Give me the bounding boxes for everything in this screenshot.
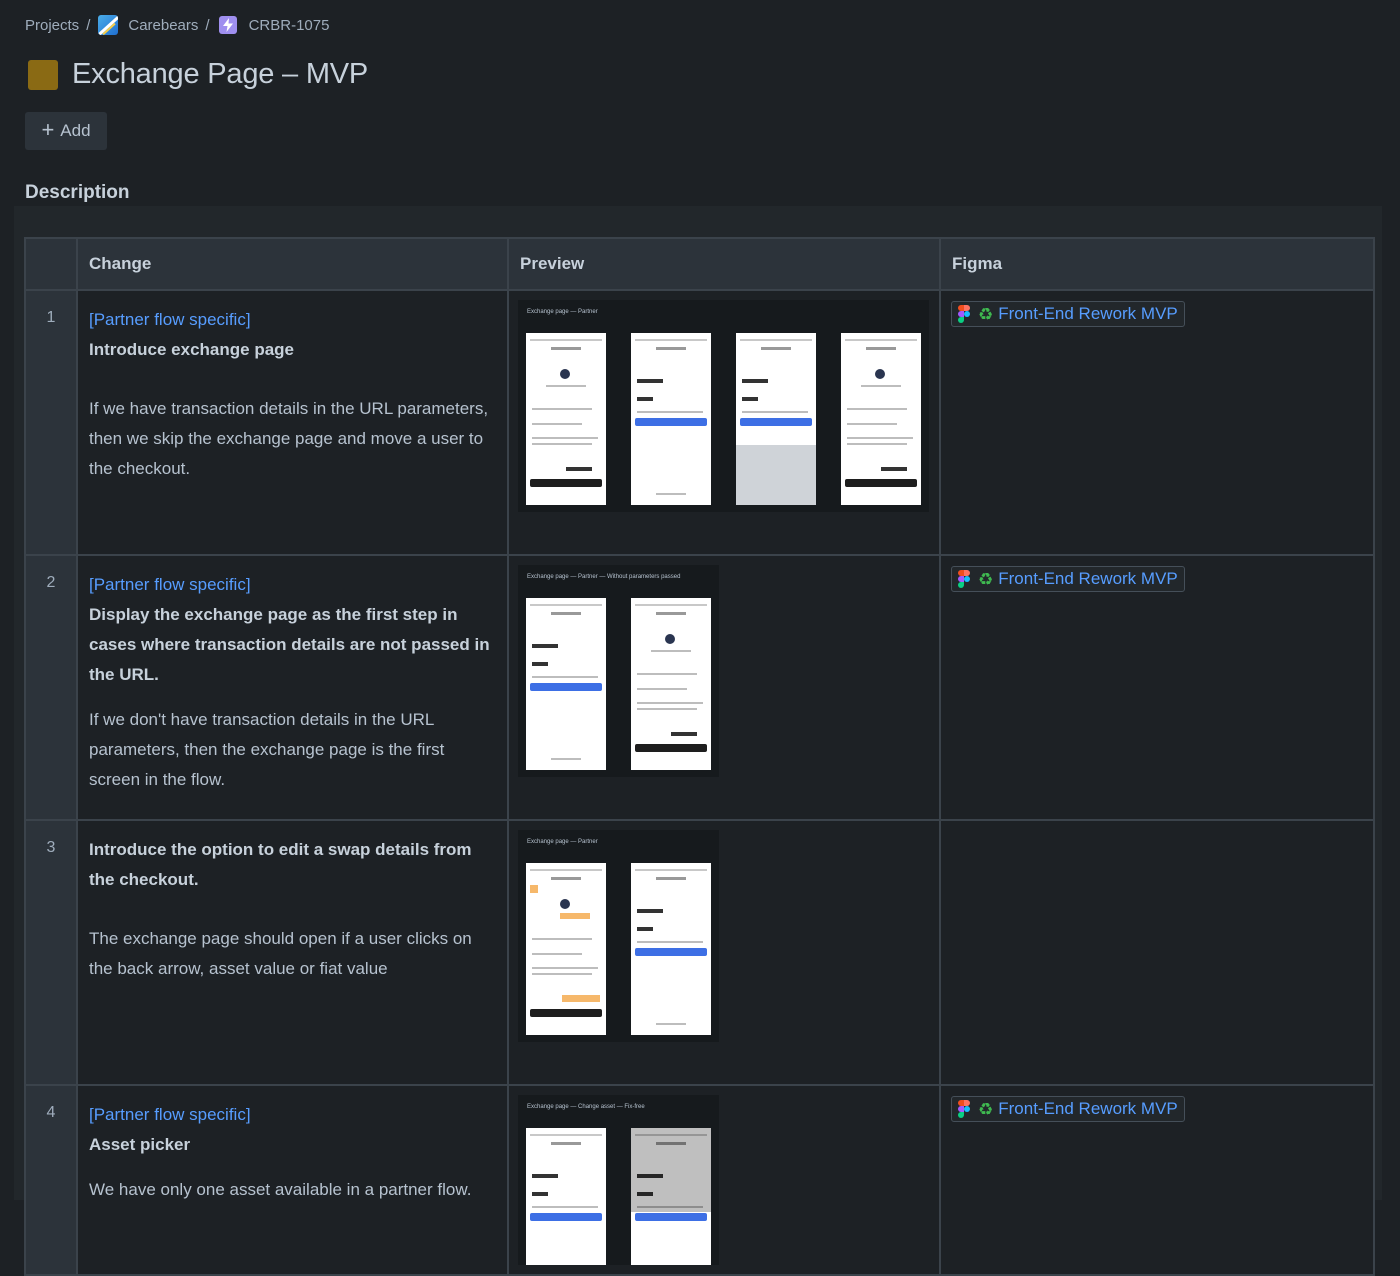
preview-phones [526, 1128, 719, 1265]
recycle-icon: ♻ [978, 569, 994, 589]
preview-caption: Exchange page — Change asset — Fix-free [527, 1104, 645, 1110]
phone-mockup [526, 863, 606, 1035]
preview-caption: Exchange page — Partner [527, 839, 598, 845]
preview-cell: Exchange page — Change asset — Fix-free [507, 1084, 941, 1276]
phone-mockup [526, 1128, 606, 1265]
preview-cell: Exchange page — Partner — Without parame… [507, 554, 941, 821]
preview-image[interactable]: Exchange page — Partner — Without parame… [518, 565, 719, 777]
change-heading: Asset picker [89, 1135, 191, 1154]
header-preview: Preview [507, 237, 941, 291]
preview-image[interactable]: Exchange page — Change asset — Fix-free [518, 1095, 719, 1265]
change-heading: Introduce exchange page [89, 340, 294, 359]
figma-link[interactable]: ♻ Front-End Rework MVP [951, 301, 1185, 327]
preview-phones [526, 598, 736, 770]
figma-link-label: Front-End Rework MVP [998, 1099, 1178, 1118]
breadcrumb-issue-key: CRBR-1075 [248, 16, 330, 34]
preview-cell: Exchange page — Partner [507, 819, 941, 1086]
breadcrumb-separator: / [86, 16, 91, 34]
header-figma: Figma [939, 237, 1375, 291]
issue-type-icon [28, 59, 58, 90]
breadcrumb-projects[interactable]: Projects [25, 17, 79, 34]
page-title[interactable]: Exchange Page – MVP [72, 58, 368, 91]
partner-flow-tag[interactable]: [Partner flow specific] [89, 1100, 493, 1130]
change-body: We have only one asset available in a pa… [89, 1180, 472, 1199]
figma-icon [958, 305, 970, 323]
description-table: Change Preview Figma 1 [Partner flow spe… [24, 237, 1375, 1276]
partner-flow-tag[interactable]: [Partner flow specific] [89, 305, 493, 335]
change-cell: [Partner flow specific] Asset picker We … [76, 1084, 509, 1276]
change-heading: Introduce the option to edit a swap deta… [89, 840, 472, 889]
table-row: 4 [Partner flow specific] Asset picker W… [24, 1084, 1375, 1276]
figma-link-label: Front-End Rework MVP [998, 569, 1178, 588]
change-body: If we have transaction details in the UR… [89, 399, 489, 478]
preview-caption: Exchange page — Partner [527, 309, 598, 315]
phone-mockup [841, 333, 921, 505]
phone-mockup [631, 863, 711, 1035]
breadcrumb-project[interactable]: Carebears [98, 15, 198, 35]
description-heading: Description [25, 182, 130, 203]
change-body: If we don't have transaction details in … [89, 710, 445, 789]
partner-flow-tag[interactable]: [Partner flow specific] [89, 570, 493, 600]
phone-mockup [736, 333, 816, 505]
figma-link-label: Front-End Rework MVP [998, 304, 1178, 323]
figma-link[interactable]: ♻ Front-End Rework MVP [951, 1096, 1185, 1122]
breadcrumb: Projects / Carebears / CRBR-1075 [25, 14, 329, 36]
breadcrumb-separator: / [205, 16, 210, 34]
add-button-label: Add [60, 121, 91, 140]
epic-icon [218, 16, 237, 34]
recycle-icon: ♻ [978, 1099, 994, 1119]
table-row: 3 Introduce the option to edit a swap de… [24, 819, 1375, 1086]
phone-mockup [526, 598, 606, 770]
phone-mockup [631, 333, 711, 505]
figma-link[interactable]: ♻ Front-End Rework MVP [951, 566, 1185, 592]
add-button[interactable]: + Add [25, 112, 107, 150]
figma-cell: ♻ Front-End Rework MVP [939, 1084, 1375, 1276]
preview-image[interactable]: Exchange page — Partner [518, 830, 719, 1042]
preview-cell: Exchange page — Partner [507, 289, 941, 556]
row-number: 2 [24, 554, 78, 821]
change-cell: Introduce the option to edit a swap deta… [76, 819, 509, 1086]
breadcrumb-project-label: Carebears [128, 16, 199, 34]
table-header-row: Change Preview Figma [24, 237, 1375, 291]
preview-phones [526, 333, 946, 505]
recycle-icon: ♻ [978, 304, 994, 324]
figma-cell: ♻ Front-End Rework MVP [939, 289, 1375, 556]
change-heading: Display the exchange page as the first s… [89, 605, 490, 684]
figma-cell: ♻ Front-End Rework MVP [939, 554, 1375, 821]
header-num [24, 237, 78, 291]
preview-caption: Exchange page — Partner — Without parame… [527, 574, 681, 580]
project-avatar-icon [98, 15, 119, 35]
change-body: The exchange page should open if a user … [89, 929, 472, 978]
change-cell: [Partner flow specific] Introduce exchan… [76, 289, 509, 556]
figma-icon [958, 570, 970, 588]
table-row: 2 [Partner flow specific] Display the ex… [24, 554, 1375, 821]
description-panel[interactable]: Change Preview Figma 1 [Partner flow spe… [14, 206, 1382, 1276]
header-change: Change [76, 237, 509, 291]
breadcrumb-issue[interactable]: CRBR-1075 [218, 16, 330, 34]
figma-icon [958, 1100, 970, 1118]
change-cell: [Partner flow specific] Display the exch… [76, 554, 509, 821]
table-row: 1 [Partner flow specific] Introduce exch… [24, 289, 1375, 556]
row-number: 3 [24, 819, 78, 1086]
preview-phones [526, 863, 736, 1035]
preview-image[interactable]: Exchange page — Partner [518, 300, 929, 512]
row-number: 1 [24, 289, 78, 556]
phone-mockup [631, 1128, 711, 1265]
phone-mockup [526, 333, 606, 505]
title-row: Exchange Page – MVP [28, 58, 368, 91]
figma-cell [939, 819, 1375, 1086]
phone-mockup [631, 598, 711, 770]
plus-icon: + [41, 117, 55, 142]
row-number: 4 [24, 1084, 78, 1276]
